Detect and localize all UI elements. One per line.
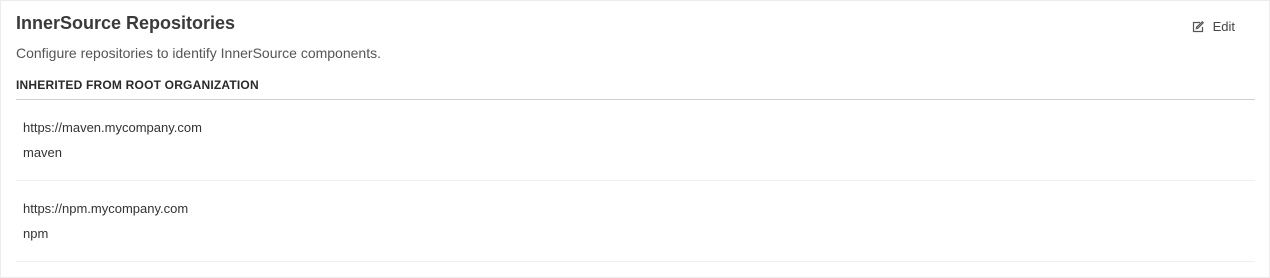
edit-button-label: Edit	[1212, 19, 1235, 34]
panel-subtitle: Configure repositories to identify Inner…	[16, 45, 381, 61]
panel-title: InnerSource Repositories	[16, 13, 236, 33]
repository-type: maven	[23, 145, 63, 160]
section-heading: INHERITED FROM ROOT ORGANIZATION	[16, 78, 259, 92]
repository-item: https://maven.mycompany.com maven	[16, 100, 1255, 181]
repository-list: https://maven.mycompany.com maven https:…	[16, 100, 1255, 262]
innersource-repositories-panel: InnerSource Repositories Configure repos…	[0, 0, 1270, 278]
repository-type: npm	[23, 226, 49, 241]
repository-item: https://npm.mycompany.com npm	[16, 181, 1255, 262]
edit-icon	[1191, 20, 1205, 34]
edit-button[interactable]: Edit	[1191, 17, 1235, 37]
repository-url: https://npm.mycompany.com	[23, 201, 189, 216]
repository-url: https://maven.mycompany.com	[23, 120, 202, 135]
